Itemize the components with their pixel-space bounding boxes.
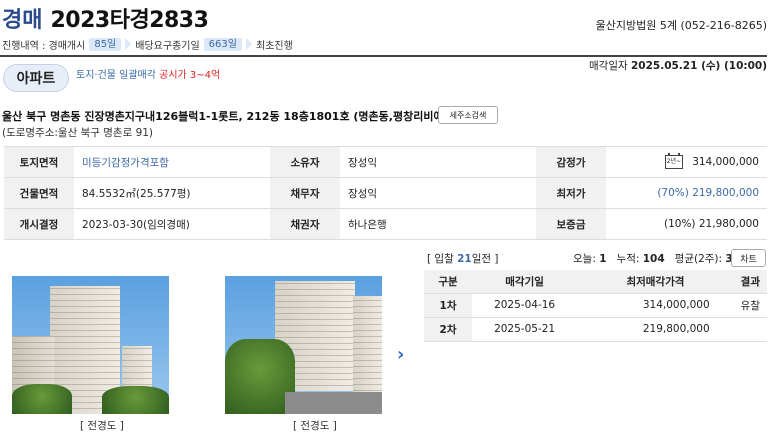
- case-title: 경매 2023타경2833: [2, 2, 209, 36]
- days-badge-2: 663일: [203, 37, 242, 51]
- debtor-label: 채무자: [270, 177, 340, 209]
- table-header: 구분 매각기일 최저매각가격 결과: [424, 270, 767, 294]
- calendar-icon[interactable]: 2년~: [664, 153, 683, 169]
- chevron-right-icon[interactable]: ›: [397, 344, 404, 365]
- photo-caption-2: [ 전경도 ]: [293, 420, 337, 432]
- sale-date-value: 2025.05.21 (수) (10:00): [630, 60, 767, 72]
- tenant-search-button[interactable]: 세주소검색: [438, 106, 498, 124]
- commencement-label: 개시결정: [4, 208, 74, 240]
- progress-suffix: 최초진행: [255, 40, 293, 52]
- header-divider: [0, 55, 767, 57]
- col-round: 구분: [424, 270, 472, 294]
- appraisal-cell: 2년~ 314,000,000: [606, 146, 767, 178]
- court-info: 울산지방법원 5계 (052-216-8265): [595, 19, 767, 32]
- building-area-value: 84.5532㎡(25.577평): [74, 177, 270, 209]
- deposit-value: (10%) 21,980,000: [606, 208, 767, 240]
- building-area-label: 건물면적: [4, 177, 74, 209]
- total-label: 누적:: [616, 253, 643, 265]
- progress-history: 진행내역 : 경매개시 85일 배당요구종기일 663일 최초진행: [2, 37, 293, 52]
- today-count: 1: [599, 253, 607, 265]
- property-photo-1[interactable]: [12, 276, 169, 414]
- col-result: 결과: [733, 270, 767, 294]
- land-area-value[interactable]: 미등기감정가격포함: [74, 146, 270, 178]
- chevron-right-icon: [245, 38, 252, 50]
- round-result: 유찰: [733, 293, 767, 318]
- avg-label: 평균(2주):: [674, 253, 726, 265]
- property-photo-2[interactable]: [225, 276, 382, 414]
- table-row: 건물면적 84.5532㎡(25.577평) 채무자 장성익 최저가 (70%)…: [4, 177, 767, 209]
- bid-days: 21: [457, 253, 472, 265]
- road-address: (도로명주소:울산 북구 명촌로 91): [2, 127, 154, 139]
- round-price: 314,000,000: [577, 293, 734, 318]
- lump-sale-note: 토지·건물 일괄매각 공시가 3~4억: [76, 66, 220, 81]
- round-label: 1차: [424, 293, 472, 318]
- appraisal-value: 314,000,000: [692, 156, 759, 168]
- table-row: 2차 2025-05-21 219,800,000: [424, 317, 767, 342]
- bid-suffix: 일전 ]: [471, 253, 499, 265]
- table-row: 토지면적 미등기감정가격포함 소유자 장성익 감정가 2년~ 314,000,0…: [4, 146, 767, 178]
- total-count: 104: [642, 253, 665, 265]
- round-result: [733, 317, 767, 342]
- debtor-value: 장성익: [340, 177, 536, 209]
- table-row: 개시결정 2023-03-30(임의경매) 채권자 하나은행 보증금 (10%)…: [4, 208, 767, 240]
- round-price: 219,800,000: [577, 317, 734, 342]
- sale-date: 매각일자 2025.05.21 (수) (10:00): [589, 58, 767, 73]
- round-date: 2025-05-21: [472, 317, 578, 342]
- today-label: 오늘:: [573, 253, 600, 265]
- bid-prefix: [ 입찰: [427, 253, 458, 265]
- commencement-value: 2023-03-30(임의경매): [74, 208, 270, 240]
- col-price: 최저매각가격: [577, 270, 734, 294]
- land-area-label: 토지면적: [4, 146, 74, 178]
- case-number: 2023타경2833: [50, 8, 209, 33]
- owner-value: 장성익: [340, 146, 536, 178]
- lump-sale-text: 토지·건물 일괄매각: [76, 70, 156, 81]
- property-info-table: 토지면적 미등기감정가격포함 소유자 장성익 감정가 2년~ 314,000,0…: [4, 146, 767, 240]
- minimum-price-value: (70%) 219,800,000: [606, 177, 767, 209]
- property-type-badge: 아파트: [3, 64, 69, 92]
- round-date: 2025-04-16: [472, 293, 578, 318]
- owner-label: 소유자: [270, 146, 340, 178]
- creditor-label: 채권자: [270, 208, 340, 240]
- minimum-price-label: 최저가: [536, 177, 606, 209]
- auction-rounds-table: 구분 매각기일 최저매각가격 결과 1차 2025-04-16 314,000,…: [424, 270, 767, 342]
- public-price-note: 공시가 3~4억: [159, 70, 221, 81]
- view-stats: 오늘: 1 누적: 104 평균(2주): 3: [573, 251, 733, 266]
- deposit-label: 보증금: [536, 208, 606, 240]
- property-address: 울산 북구 명촌동 진장명촌지구내126블럭1-1롯트, 212동 18층180…: [2, 110, 477, 123]
- col-date: 매각기일: [472, 270, 578, 294]
- photo-caption-1: [ 전경도 ]: [80, 420, 124, 432]
- auction-label: 경매: [2, 8, 43, 33]
- days-badge-1: 85일: [89, 37, 122, 51]
- chart-button[interactable]: 차트: [731, 249, 766, 267]
- bid-countdown: [ 입찰 21일전 ]: [427, 251, 498, 266]
- round-label: 2차: [424, 317, 472, 342]
- creditor-value: 하나은행: [340, 208, 536, 240]
- progress-mid: 배당요구종기일: [135, 40, 200, 52]
- chevron-right-icon: [125, 38, 132, 50]
- sale-date-label: 매각일자: [589, 60, 628, 72]
- progress-prefix: 진행내역 : 경매개시: [2, 40, 86, 52]
- appraisal-label: 감정가: [536, 146, 606, 178]
- table-row: 1차 2025-04-16 314,000,000 유찰: [424, 293, 767, 318]
